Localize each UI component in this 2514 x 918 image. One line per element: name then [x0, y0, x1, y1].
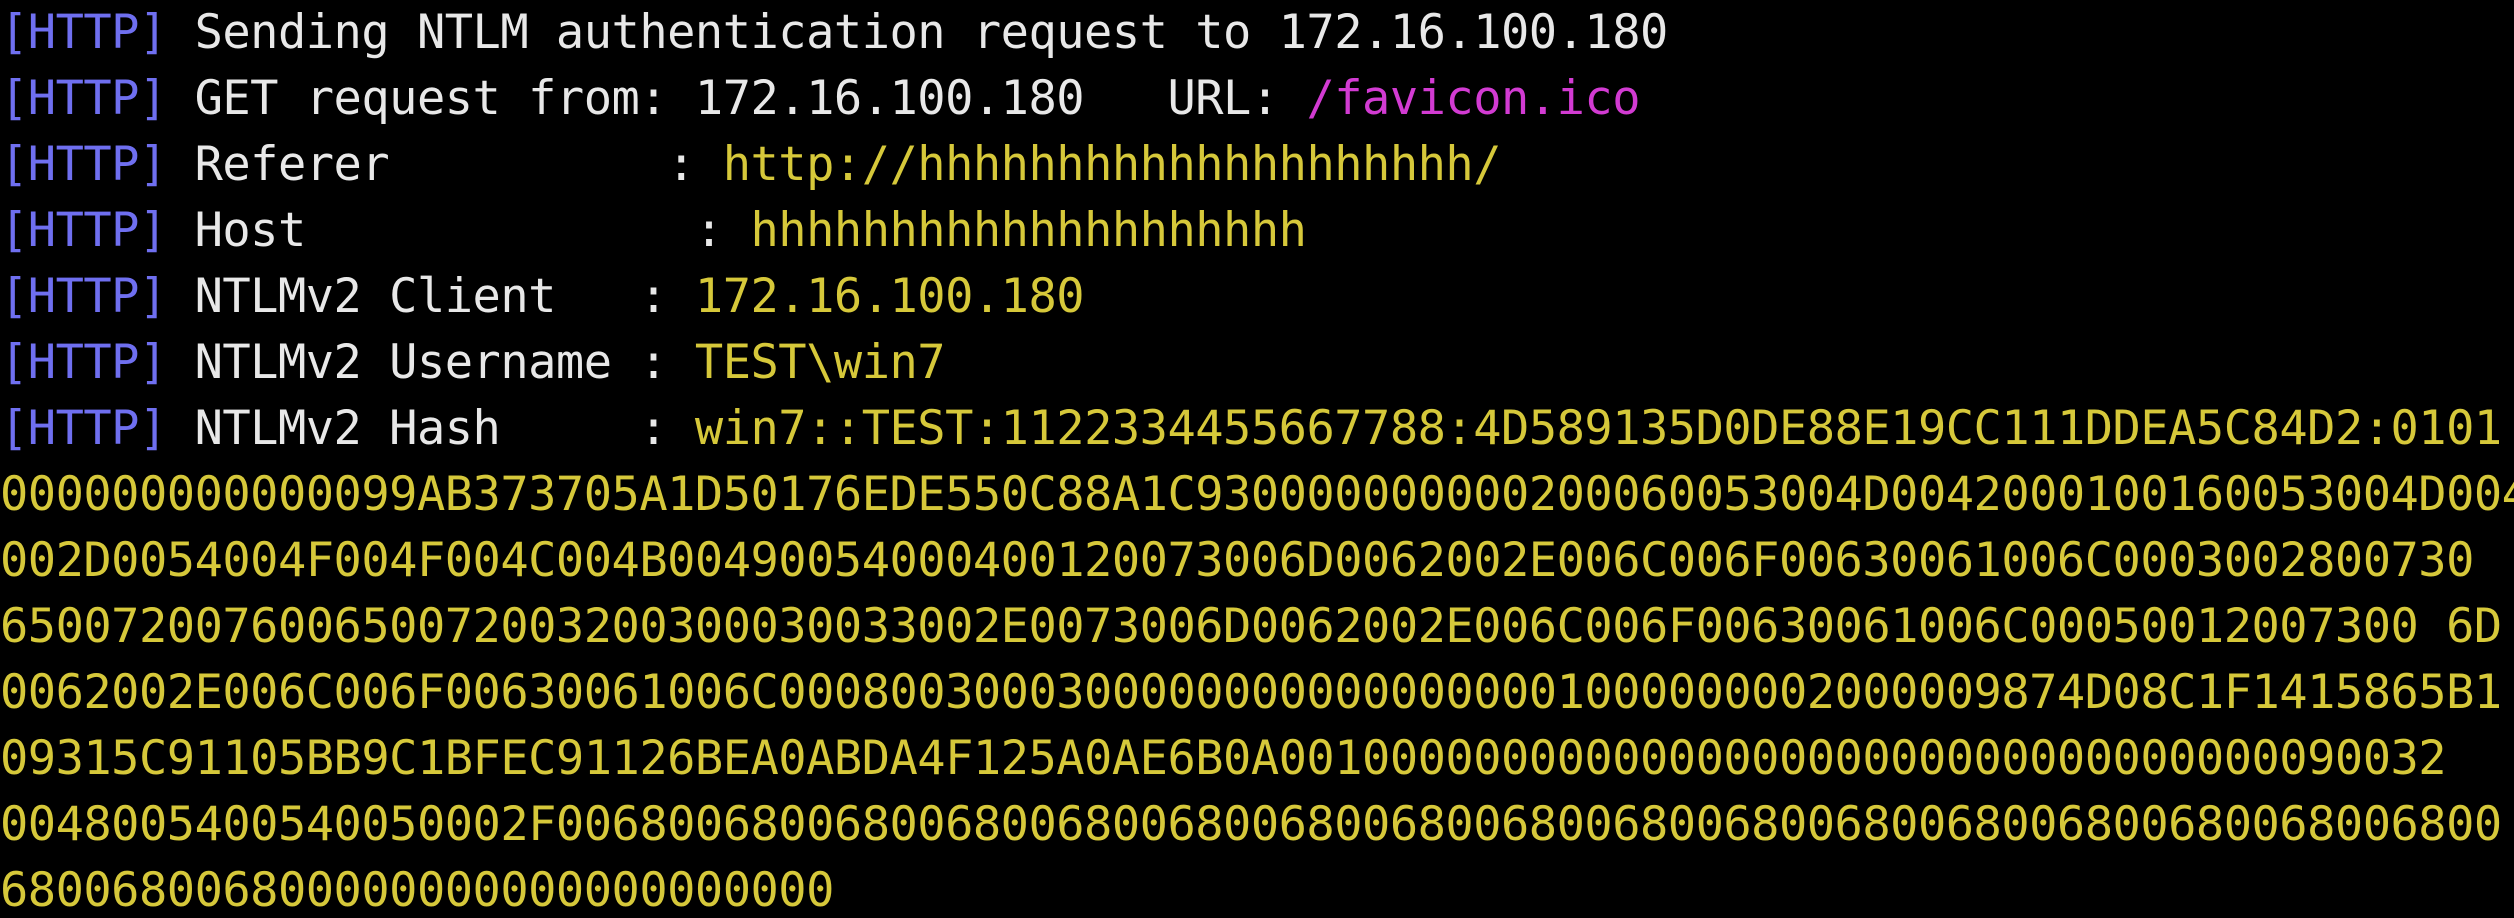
- log-line-client: [HTTP] NTLMv2 Client : 172.16.100.180: [0, 264, 2514, 330]
- log-line-host: [HTTP] Host : hhhhhhhhhhhhhhhhhhhh: [0, 198, 2514, 264]
- log-line-referer: [HTTP] Referer : http://hhhhhhhhhhhhhhhh…: [0, 132, 2514, 198]
- http-tag: [HTTP]: [0, 71, 167, 126]
- log-label: Host :: [166, 203, 751, 258]
- hash-continuation-line: 650072007600650072003200300030033002E007…: [0, 599, 2502, 654]
- http-tag: [HTTP]: [0, 137, 167, 192]
- client-value: 172.16.100.180: [694, 269, 1085, 324]
- log-line-ntlm-request: [HTTP] Sending NTLM authentication reque…: [0, 0, 2514, 66]
- hash-continuation-line: 0062002E006C006F00630061006C000800300030…: [0, 665, 2502, 720]
- terminal-window: [HTTP] Sending NTLM authentication reque…: [0, 0, 2514, 918]
- hash-value: win7::TEST:1122334455667788:4D589135D0DE…: [694, 401, 2502, 456]
- hash-continuation-line: 680068006800000000000000000000: [0, 863, 834, 918]
- referer-value: http://hhhhhhhhhhhhhhhhhhhh/: [722, 137, 1502, 192]
- http-tag: [HTTP]: [0, 203, 167, 258]
- log-text: Sending NTLM authentication request to 1…: [166, 5, 1669, 60]
- host-value: hhhhhhhhhhhhhhhhhhhh: [750, 203, 1307, 258]
- log-line-hash: [HTTP] NTLMv2 Hash : win7::TEST:11223344…: [0, 396, 2514, 462]
- hash-continuation-line: 09315C91105BB9C1BFEC91126BEA0ABDA4F125A0…: [0, 731, 2447, 786]
- hash-continuation-line: 0048005400540050002F00680068006800680068…: [0, 797, 2502, 852]
- http-tag: [HTTP]: [0, 5, 167, 60]
- log-label: NTLMv2 Hash :: [166, 401, 695, 456]
- log-label: NTLMv2 Client :: [166, 269, 695, 324]
- log-line-username: [HTTP] NTLMv2 Username : TEST\win7: [0, 330, 2514, 396]
- http-tag: [HTTP]: [0, 401, 167, 456]
- hash-continuation-line: 002D0054004F004F004C004B0049005400040012…: [0, 533, 2474, 588]
- log-line-get-request: [HTTP] GET request from: 172.16.100.180 …: [0, 66, 2514, 132]
- log-label: NTLMv2 Username :: [166, 335, 695, 390]
- http-tag: [HTTP]: [0, 335, 167, 390]
- request-url: /favicon.ico: [1306, 71, 1640, 126]
- username-value: TEST\win7: [694, 335, 946, 390]
- hash-continuation-line: 000000000000099AB373705A1D50176EDE550C88…: [0, 467, 2514, 522]
- http-tag: [HTTP]: [0, 269, 167, 324]
- log-label: Referer :: [166, 137, 723, 192]
- log-text: GET request from: 172.16.100.180 URL:: [166, 71, 1307, 126]
